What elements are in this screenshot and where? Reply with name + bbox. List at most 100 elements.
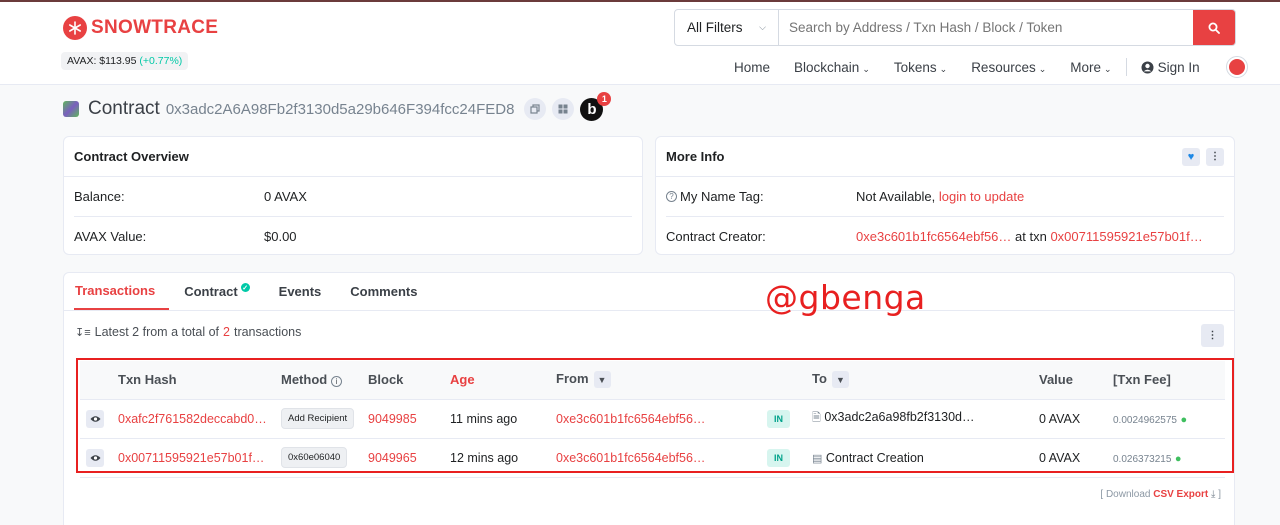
- creator-address-link[interactable]: 0xe3c601b1fc6564ebf56…: [856, 229, 1011, 244]
- header-value: Value: [1039, 361, 1113, 400]
- network-switch-button[interactable]: [1225, 56, 1248, 78]
- to-cell: ▤ Contract Creation: [812, 438, 1039, 478]
- nav-more[interactable]: More ⌄: [1070, 60, 1111, 75]
- main-nav: Home Blockchain ⌄ Tokens ⌄ Resources ⌄ More…: [722, 55, 1248, 79]
- header-age[interactable]: Age: [450, 361, 556, 400]
- brand-name: SNOWTRACE: [91, 17, 219, 38]
- tab-events[interactable]: Events: [278, 273, 336, 310]
- qr-code-button[interactable]: [552, 98, 575, 120]
- chevron-down-icon: ⌵: [759, 22, 766, 32]
- export-prefix: [ Download: [1100, 489, 1151, 500]
- tab-transactions[interactable]: Transactions: [74, 273, 170, 310]
- contract-creator-label: Contract Creator:: [666, 228, 766, 244]
- fee-value: 0.0024962575: [1113, 414, 1177, 426]
- txn-hash-link[interactable]: 0x00711595921e57b01f…: [118, 438, 281, 478]
- nav-resources[interactable]: Resources ⌄: [971, 60, 1046, 75]
- table-options-button[interactable]: ⋮: [1201, 324, 1224, 347]
- header-txn-hash: Txn Hash: [118, 361, 281, 400]
- preview-button[interactable]: [86, 409, 104, 428]
- from-address-link[interactable]: 0xe3c601b1fc6564ebf56…: [556, 399, 767, 439]
- search-bar: All Filters ⌵: [674, 9, 1236, 46]
- direction-badge: IN: [767, 409, 790, 428]
- fee-cell: 0.0024962575 ●: [1113, 399, 1225, 439]
- csv-export-link[interactable]: CSV Export: [1153, 489, 1208, 500]
- site-header: SNOWTRACE AVAX: $113.95 (+0.77%) All Fil…: [0, 2, 1280, 85]
- preview-button[interactable]: [86, 448, 104, 467]
- nav-tokens[interactable]: Tokens ⌄: [894, 60, 947, 75]
- search-button[interactable]: [1193, 10, 1235, 45]
- nav-divider: [1125, 58, 1127, 76]
- contract-creator-row: Contract Creator: 0xe3c601b1fc6564ebf56……: [666, 216, 1224, 255]
- search-filter-label: All Filters: [687, 20, 743, 35]
- header-txn-fee[interactable]: [Txn Fee]: [1113, 361, 1225, 400]
- avax-value-row: AVAX Value: $0.00: [74, 216, 632, 255]
- transactions-table-wrap: Txn Hash Method i Block Age From ▼ To ▼ Va…: [80, 361, 1225, 478]
- sign-in-label: Sign In: [1157, 59, 1200, 75]
- balance-value: 0 AVAX: [264, 189, 307, 204]
- blockscan-letter: b: [587, 100, 597, 118]
- name-tag-row: ? My Name Tag: Not Available, login to u…: [656, 177, 1234, 216]
- to-address-link[interactable]: 0x3adc2a6a98fb2f3130d…: [824, 410, 974, 424]
- info-circle-icon: i: [330, 376, 342, 388]
- chevron-down-icon: ⌄: [1104, 63, 1112, 74]
- header-method: Method i: [281, 361, 368, 400]
- sort-desc-icon: ↧≡: [75, 326, 91, 339]
- chevron-down-icon: ⌄: [862, 63, 870, 74]
- copy-icon: [530, 104, 541, 114]
- contract-tabs: Transactions Contract ✓ Events Comments: [64, 273, 1234, 311]
- contract-creation-icon: ▤: [812, 452, 823, 465]
- header-spacer: [80, 361, 118, 400]
- page-title: Contract: [88, 98, 160, 119]
- header-from-label: From: [556, 371, 589, 387]
- snowtrace-logo[interactable]: SNOWTRACE: [63, 16, 218, 40]
- transactions-card: Transactions Contract ✓ Events Comments …: [63, 272, 1235, 525]
- more-info-title: More Info: [666, 149, 725, 164]
- avalanche-icon: [1228, 59, 1245, 75]
- header-from: From ▼: [556, 361, 767, 400]
- tab-comments[interactable]: Comments: [349, 273, 431, 310]
- favorite-button[interactable]: ♥: [1182, 147, 1200, 166]
- contract-overview-card: Contract Overview Balance: 0 AVAX AVAX V…: [63, 136, 643, 255]
- filter-to-button[interactable]: ▼: [831, 371, 849, 389]
- block-link[interactable]: 9049985: [368, 399, 450, 439]
- kebab-menu-icon: ⋮: [1210, 151, 1220, 162]
- search-filter-select[interactable]: All Filters ⌵: [675, 10, 779, 45]
- fee-value: 0.026373215: [1113, 453, 1172, 465]
- block-link[interactable]: 9049965: [368, 438, 450, 478]
- contract-address: 0x3adc2A6A98Fb2f3130d5a29b646F394fcc24FE…: [165, 100, 515, 118]
- search-input[interactable]: [779, 10, 1193, 45]
- header-to: To ▼: [812, 361, 1039, 400]
- csv-export-row: [ Download CSV Export ⤓ ]: [1100, 489, 1221, 500]
- copy-address-button[interactable]: [524, 98, 547, 120]
- sign-in-link[interactable]: Sign In: [1141, 60, 1200, 75]
- method-badge: 0x60e06040: [281, 447, 348, 468]
- blockscan-chat-button[interactable]: b 1: [580, 91, 612, 121]
- direction-cell: IN: [767, 399, 812, 439]
- eye-icon: [90, 454, 100, 461]
- nav-blockchain[interactable]: Blockchain ⌄: [794, 60, 870, 75]
- nav-blockchain-label: Blockchain: [794, 59, 860, 75]
- from-address-link[interactable]: 0xe3c601b1fc6564ebf56…: [556, 438, 767, 478]
- txn-hash-link[interactable]: 0xafc2f761582deccabd0…: [118, 399, 281, 439]
- row-preview-cell: [80, 399, 118, 439]
- to-contract-creation: Contract Creation: [825, 450, 924, 465]
- login-to-update-link[interactable]: login to update: [939, 189, 1024, 204]
- direction-cell: IN: [767, 438, 812, 478]
- avax-price: AVAX: $113.95: [67, 55, 137, 67]
- more-options-button[interactable]: ⋮: [1206, 147, 1224, 166]
- name-tag-label-wrap: ? My Name Tag:: [666, 189, 856, 204]
- creator-txn-link[interactable]: 0x00711595921e57b01f…: [1050, 229, 1202, 244]
- tab-contract[interactable]: Contract ✓: [183, 273, 263, 310]
- filter-from-button[interactable]: ▼: [593, 371, 611, 389]
- summary-count[interactable]: 2: [223, 325, 230, 339]
- avax-price-badge: AVAX: $113.95 (+0.77%): [61, 52, 189, 70]
- chevron-down-icon: ⌄: [939, 63, 948, 74]
- table-header-row: Txn Hash Method i Block Age From ▼ To ▼ Va…: [80, 361, 1225, 400]
- transactions-summary: ↧≡ Latest 2 from a total of 2 transactio…: [75, 325, 301, 339]
- nav-home[interactable]: Home: [734, 60, 770, 75]
- age-cell: 11 mins ago: [450, 399, 556, 439]
- header-block: Block: [368, 361, 450, 400]
- age-cell: 12 mins ago: [450, 438, 556, 478]
- nav-resources-label: Resources: [971, 59, 1036, 75]
- page-title-row: Contract 0x3adc2A6A98Fb2f3130d5a29b646F3…: [63, 91, 612, 122]
